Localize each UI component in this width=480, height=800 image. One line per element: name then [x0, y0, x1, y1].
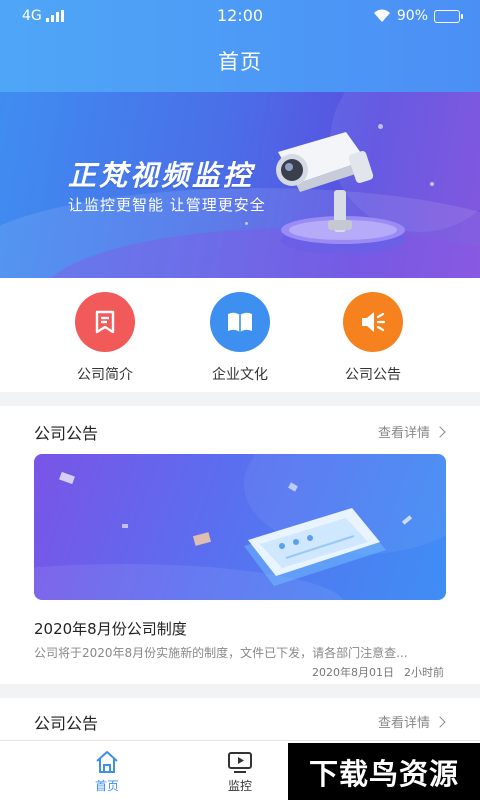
news-description: 公司将于2020年8月份实施新的制度，文件已下发，请各部门注意查... — [34, 646, 408, 660]
section-header: 公司公告 查看详情 — [34, 420, 446, 444]
chevron-right-icon — [434, 715, 446, 728]
quick-item-announcement[interactable]: 公司公告 — [318, 292, 428, 384]
wifi-icon — [373, 9, 390, 22]
watermark: 下载鸟资源 — [288, 743, 480, 800]
security-camera-icon — [276, 132, 405, 254]
news-time-ago: 2小时前 — [404, 666, 444, 679]
nav-monitor-label: 监控 — [227, 779, 252, 793]
announcement-section: 公司公告 查看详情 2020年8月份公司制度 公司将于2020年8月份实施新的制… — [0, 406, 480, 684]
home-icon — [96, 751, 118, 773]
quick-item-label: 公司简介 — [77, 367, 133, 383]
nav-home[interactable]: 首页 — [67, 749, 147, 794]
section-header: 公司公告 查看详情 — [34, 710, 446, 734]
chevron-right-icon — [434, 425, 446, 438]
status-bar: 4G 12:00 90% — [0, 0, 480, 34]
news-illustration — [34, 454, 446, 600]
quick-menu: 公司简介 企业文化 公司公告 — [0, 278, 480, 392]
speaker-icon — [343, 292, 403, 352]
nav-monitor[interactable]: 监控 — [200, 749, 280, 794]
video-icon — [228, 752, 252, 773]
news-image[interactable] — [34, 454, 446, 600]
banner-subtitle: 让监控更智能 让管理更安全 — [68, 196, 266, 214]
hero-banner[interactable]: 正梵视频监控 让监控更智能 让管理更安全 — [0, 92, 480, 278]
page-title: 首页 — [218, 50, 262, 74]
view-details-link[interactable]: 查看详情 — [377, 712, 446, 731]
quick-item-company-intro[interactable]: 公司简介 — [50, 292, 160, 384]
banner-title: 正梵视频监控 — [68, 159, 255, 192]
device-status: 90% — [373, 8, 463, 24]
quick-item-label: 公司公告 — [345, 367, 401, 383]
view-details-label: 查看详情 — [377, 426, 430, 441]
section-title: 公司公告 — [34, 424, 99, 443]
quick-item-culture[interactable]: 企业文化 — [185, 292, 295, 384]
section-title: 公司公告 — [34, 714, 99, 733]
battery-icon — [434, 9, 463, 23]
news-title[interactable]: 2020年8月份公司制度 — [34, 618, 187, 639]
news-meta: 2020年8月01日 2小时前 — [312, 664, 444, 680]
book-icon — [210, 292, 270, 352]
news-date: 2020年8月01日 — [312, 666, 394, 679]
nav-home-label: 首页 — [94, 779, 119, 793]
view-details-label: 查看详情 — [377, 716, 430, 731]
quick-item-label: 企业文化 — [212, 367, 268, 383]
app-header: 4G 12:00 90% 首页 — [0, 0, 480, 92]
battery-percent: 90% — [396, 8, 428, 24]
document-icon — [75, 292, 135, 352]
view-details-link[interactable]: 查看详情 — [377, 422, 446, 441]
